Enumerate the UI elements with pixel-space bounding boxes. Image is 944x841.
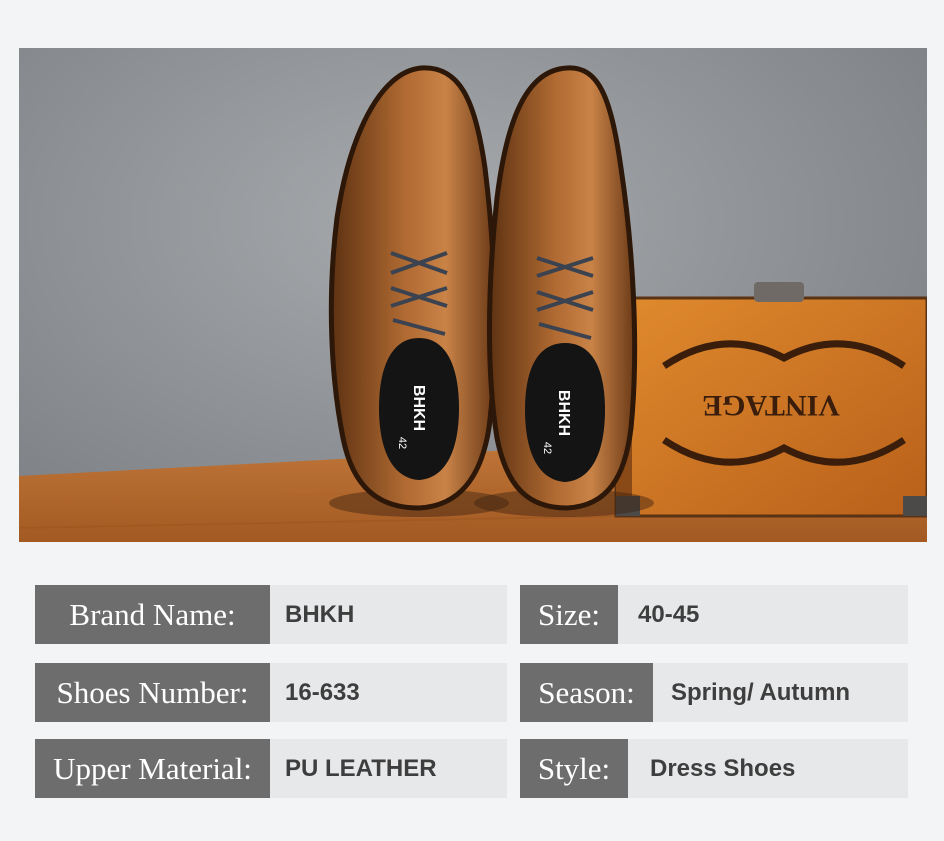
right-insole-brand: BHKH: [555, 390, 572, 436]
spec-label-number: Shoes Number:: [35, 663, 270, 722]
spec-row-season: Season: Spring/ Autumn: [520, 663, 908, 722]
spec-value-number: 16-633: [285, 678, 360, 706]
spec-value-material: PU LEATHER: [285, 754, 437, 782]
spec-value-season: Spring/ Autumn: [671, 678, 851, 706]
spec-row-size: Size: 40-45: [520, 585, 908, 644]
spec-row-number: Shoes Number: 16-633: [35, 663, 507, 722]
spec-row-material: Upper Material: PU LEATHER: [35, 739, 507, 798]
spec-label-brand: Brand Name:: [35, 585, 270, 644]
right-shoe: BHKH 42: [474, 65, 654, 517]
spec-label-material: Upper Material:: [35, 739, 270, 798]
vintage-box: VINTAGE: [614, 282, 927, 518]
left-insole-size: 42: [396, 437, 408, 449]
left-insole-brand: BHKH: [410, 385, 427, 431]
shoes-on-table-illustration: VINTAGE BHKH 42 BHKH 42: [19, 65, 927, 542]
spec-label-size: Size:: [520, 585, 618, 644]
left-shoe: BHKH 42: [328, 65, 509, 517]
spec-row-style: Style: Dress Shoes: [520, 739, 908, 798]
spec-value-size: 40-45: [638, 600, 700, 628]
spec-label-season: Season:: [520, 663, 653, 722]
right-insole-size: 42: [541, 442, 553, 454]
spec-row-brand: Brand Name: BHKH: [35, 585, 507, 644]
product-photo: VINTAGE BHKH 42 BHKH 42: [19, 48, 927, 542]
spec-value-style: Dress Shoes: [650, 754, 796, 782]
spec-value-brand: BHKH: [285, 600, 355, 628]
box-stamp: VINTAGE: [702, 389, 840, 422]
spec-label-style: Style:: [520, 739, 628, 798]
